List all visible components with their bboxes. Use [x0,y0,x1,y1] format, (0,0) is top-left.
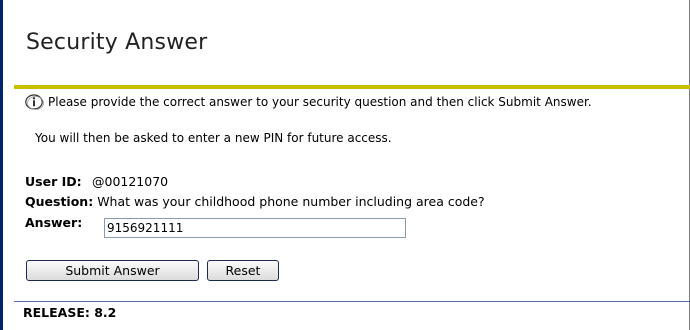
question-label: Question: [25,194,94,209]
user-id-row: User ID: @00121070 [25,174,168,189]
answer-input[interactable] [104,218,406,238]
submit-answer-button[interactable]: Submit Answer [26,260,199,281]
question-text: What was your childhood phone number inc… [97,194,485,209]
title-divider [14,85,690,89]
page-title: Security Answer [26,30,208,55]
info-message: Please provide the correct answer to you… [25,94,592,110]
user-id-value: @00121070 [92,174,169,189]
answer-label: Answer: [25,215,83,230]
question-row: Question: What was your childhood phone … [25,194,485,209]
answer-row: Answer: [25,215,83,231]
info-text-secondary: You will then be asked to enter a new PI… [35,131,392,145]
reset-button[interactable]: Reset [207,260,279,281]
info-icon [25,94,45,110]
security-answer-page: Security Answer Please provide the corre… [0,0,690,330]
footer-divider [14,301,690,302]
left-accent-bar [0,0,3,330]
release-version: RELEASE: 8.2 [23,305,117,320]
user-id-label: User ID: [25,174,82,189]
info-text-primary: Please provide the correct answer to you… [48,95,592,109]
